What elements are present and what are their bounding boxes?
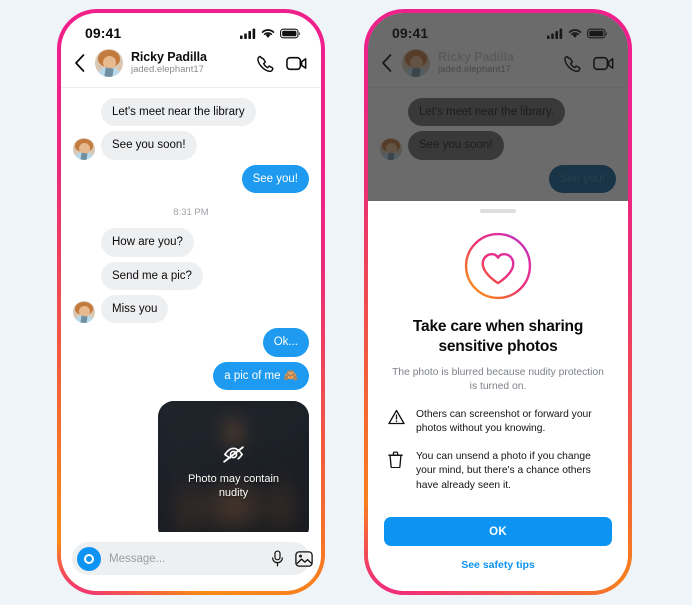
- message-row: Let's meet near the library: [73, 98, 309, 127]
- video-call-icon[interactable]: [286, 55, 307, 72]
- warning-triangle-icon: [388, 408, 405, 430]
- ok-button[interactable]: OK: [384, 517, 612, 546]
- avatar[interactable]: [73, 137, 95, 160]
- sheet-drag-handle[interactable]: [480, 209, 516, 213]
- sheet-title: Take care when sharing sensitive photos: [412, 318, 584, 355]
- trash-can-icon: [388, 450, 405, 473]
- nudity-warning-text: Photo may contain nudity: [187, 472, 280, 499]
- message-row: See you!: [73, 164, 309, 194]
- nudity-warning-overlay: Photo may contain nudity: [158, 401, 309, 543]
- message-bubble[interactable]: Ok...: [262, 328, 309, 357]
- message-bubble[interactable]: How are you?: [101, 228, 194, 257]
- message-bubble[interactable]: Send me a pic?: [101, 261, 203, 290]
- avatar-spacer: [73, 235, 95, 257]
- list-item: You can unsend a photo if you change you…: [384, 450, 612, 493]
- see-safety-tips-link[interactable]: See safety tips: [384, 559, 612, 571]
- microphone-icon[interactable]: [271, 550, 284, 567]
- message-row: Send me a pic?: [73, 261, 309, 290]
- sheet-actions: OK See safety tips: [384, 517, 612, 591]
- wifi-icon: [261, 28, 275, 38]
- chat-header-actions: [255, 54, 307, 73]
- avatar-slot: [73, 137, 95, 160]
- status-bar-time: 09:41: [85, 25, 122, 41]
- avatar[interactable]: [95, 49, 123, 77]
- message-bubble[interactable]: See you soon!: [101, 131, 197, 160]
- message-row: See you soon!: [73, 131, 309, 160]
- sheet-bullet-list: Others can screenshot or forward your ph…: [384, 408, 612, 493]
- message-row: a pic of me 🙈: [73, 361, 309, 390]
- sheet-subtitle: The photo is blurred because nudity prot…: [392, 366, 604, 392]
- phone-call-icon[interactable]: [255, 54, 274, 73]
- status-bar-icons: [240, 28, 301, 39]
- message-bubble[interactable]: a pic of me 🙈: [213, 361, 309, 390]
- message-input[interactable]: [109, 552, 263, 565]
- message-bubble[interactable]: See you!: [241, 164, 309, 194]
- message-bubble[interactable]: Miss you: [101, 294, 169, 324]
- message-row: Ok...: [73, 328, 309, 357]
- phone-right: 09:41: [364, 9, 632, 595]
- contact-name: Ricky Padilla: [131, 50, 207, 65]
- status-bar: 09:41: [61, 13, 321, 47]
- message-row: Miss you: [73, 294, 309, 324]
- composer-actions: [271, 550, 321, 567]
- composer-bar: [72, 542, 313, 575]
- chat-header: Ricky Padilla jaded.elephant17: [61, 47, 321, 88]
- contact-handle: jaded.elephant17: [131, 64, 204, 76]
- avatar[interactable]: [73, 301, 95, 324]
- cellular-signal-icon: [240, 28, 256, 39]
- avatar-slot: [73, 301, 95, 324]
- list-item-text: You can unsend a photo if you change you…: [416, 450, 591, 491]
- message-bubble[interactable]: Let's meet near the library: [101, 98, 256, 127]
- nudity-protection-sheet: Take care when sharing sensitive photos …: [368, 201, 628, 591]
- list-item: Others can screenshot or forward your ph…: [384, 408, 612, 437]
- avatar-spacer: [73, 268, 95, 290]
- modal-scrim[interactable]: [368, 13, 628, 201]
- phone-right-screen: 09:41: [368, 13, 628, 591]
- message-timestamp: 8:31 PM: [173, 207, 209, 219]
- page-root: 09:41 Ricky Padilla jaded.elephant17 Let…: [0, 0, 692, 605]
- eye-off-icon: [223, 446, 244, 463]
- battery-icon: [280, 28, 301, 38]
- avatar-spacer: [73, 104, 95, 126]
- heart-in-gradient-circle-icon: [464, 232, 532, 300]
- phone-left: 09:41 Ricky Padilla jaded.elephant17 Let…: [57, 9, 325, 595]
- list-item-text: Others can screenshot or forward your ph…: [416, 409, 592, 435]
- message-row: How are you?: [73, 228, 309, 257]
- back-chevron-icon[interactable]: [73, 53, 87, 73]
- message-list: Let's meet near the library See you soon…: [61, 88, 321, 564]
- message-composer: [61, 532, 321, 591]
- photo-gallery-icon[interactable]: [295, 550, 313, 567]
- chat-contact-info[interactable]: Ricky Padilla jaded.elephant17: [131, 50, 247, 76]
- blurred-photo-card[interactable]: Photo may contain nudity: [158, 401, 309, 543]
- camera-icon[interactable]: [77, 546, 101, 571]
- phone-left-screen: 09:41 Ricky Padilla jaded.elephant17 Let…: [61, 13, 321, 591]
